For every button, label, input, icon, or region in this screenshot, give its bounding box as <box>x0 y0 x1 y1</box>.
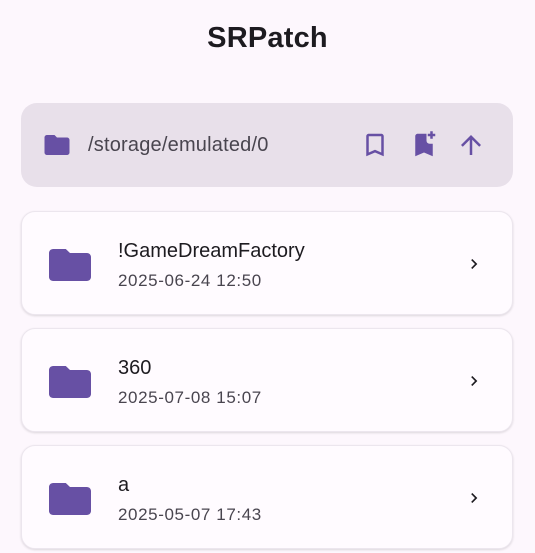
file-date: 2025-05-07 17:43 <box>118 505 262 524</box>
list-item[interactable]: !GameDreamFactory 2025-06-24 12:50 <box>21 211 513 315</box>
arrow-up-icon <box>461 135 481 155</box>
chevron-right-icon <box>471 493 478 503</box>
bookmark-icon <box>366 133 384 157</box>
chevron-right-icon <box>471 259 478 269</box>
folder-icon <box>44 135 70 155</box>
file-date: 2025-06-24 12:50 <box>118 271 262 290</box>
folder-icon <box>49 483 91 515</box>
path-bar: /storage/emulated/0 <box>21 103 513 187</box>
file-name: a <box>118 474 130 496</box>
bookmark-add-icon <box>415 131 436 157</box>
current-path: /storage/emulated/0 <box>88 134 269 156</box>
list-item[interactable]: 360 2025-07-08 15:07 <box>21 328 513 432</box>
folder-icon <box>49 249 91 281</box>
file-date: 2025-07-08 15:07 <box>118 388 262 407</box>
add-bookmark-button[interactable] <box>406 127 442 163</box>
list-item[interactable]: a 2025-05-07 17:43 <box>21 445 513 549</box>
app-title: SRPatch <box>207 22 328 54</box>
chevron-right-icon <box>471 376 478 386</box>
navigate-up-button[interactable] <box>453 127 489 163</box>
bookmark-button[interactable] <box>357 127 393 163</box>
folder-icon <box>49 366 91 398</box>
file-name: !GameDreamFactory <box>118 240 305 262</box>
file-name: 360 <box>118 357 152 379</box>
